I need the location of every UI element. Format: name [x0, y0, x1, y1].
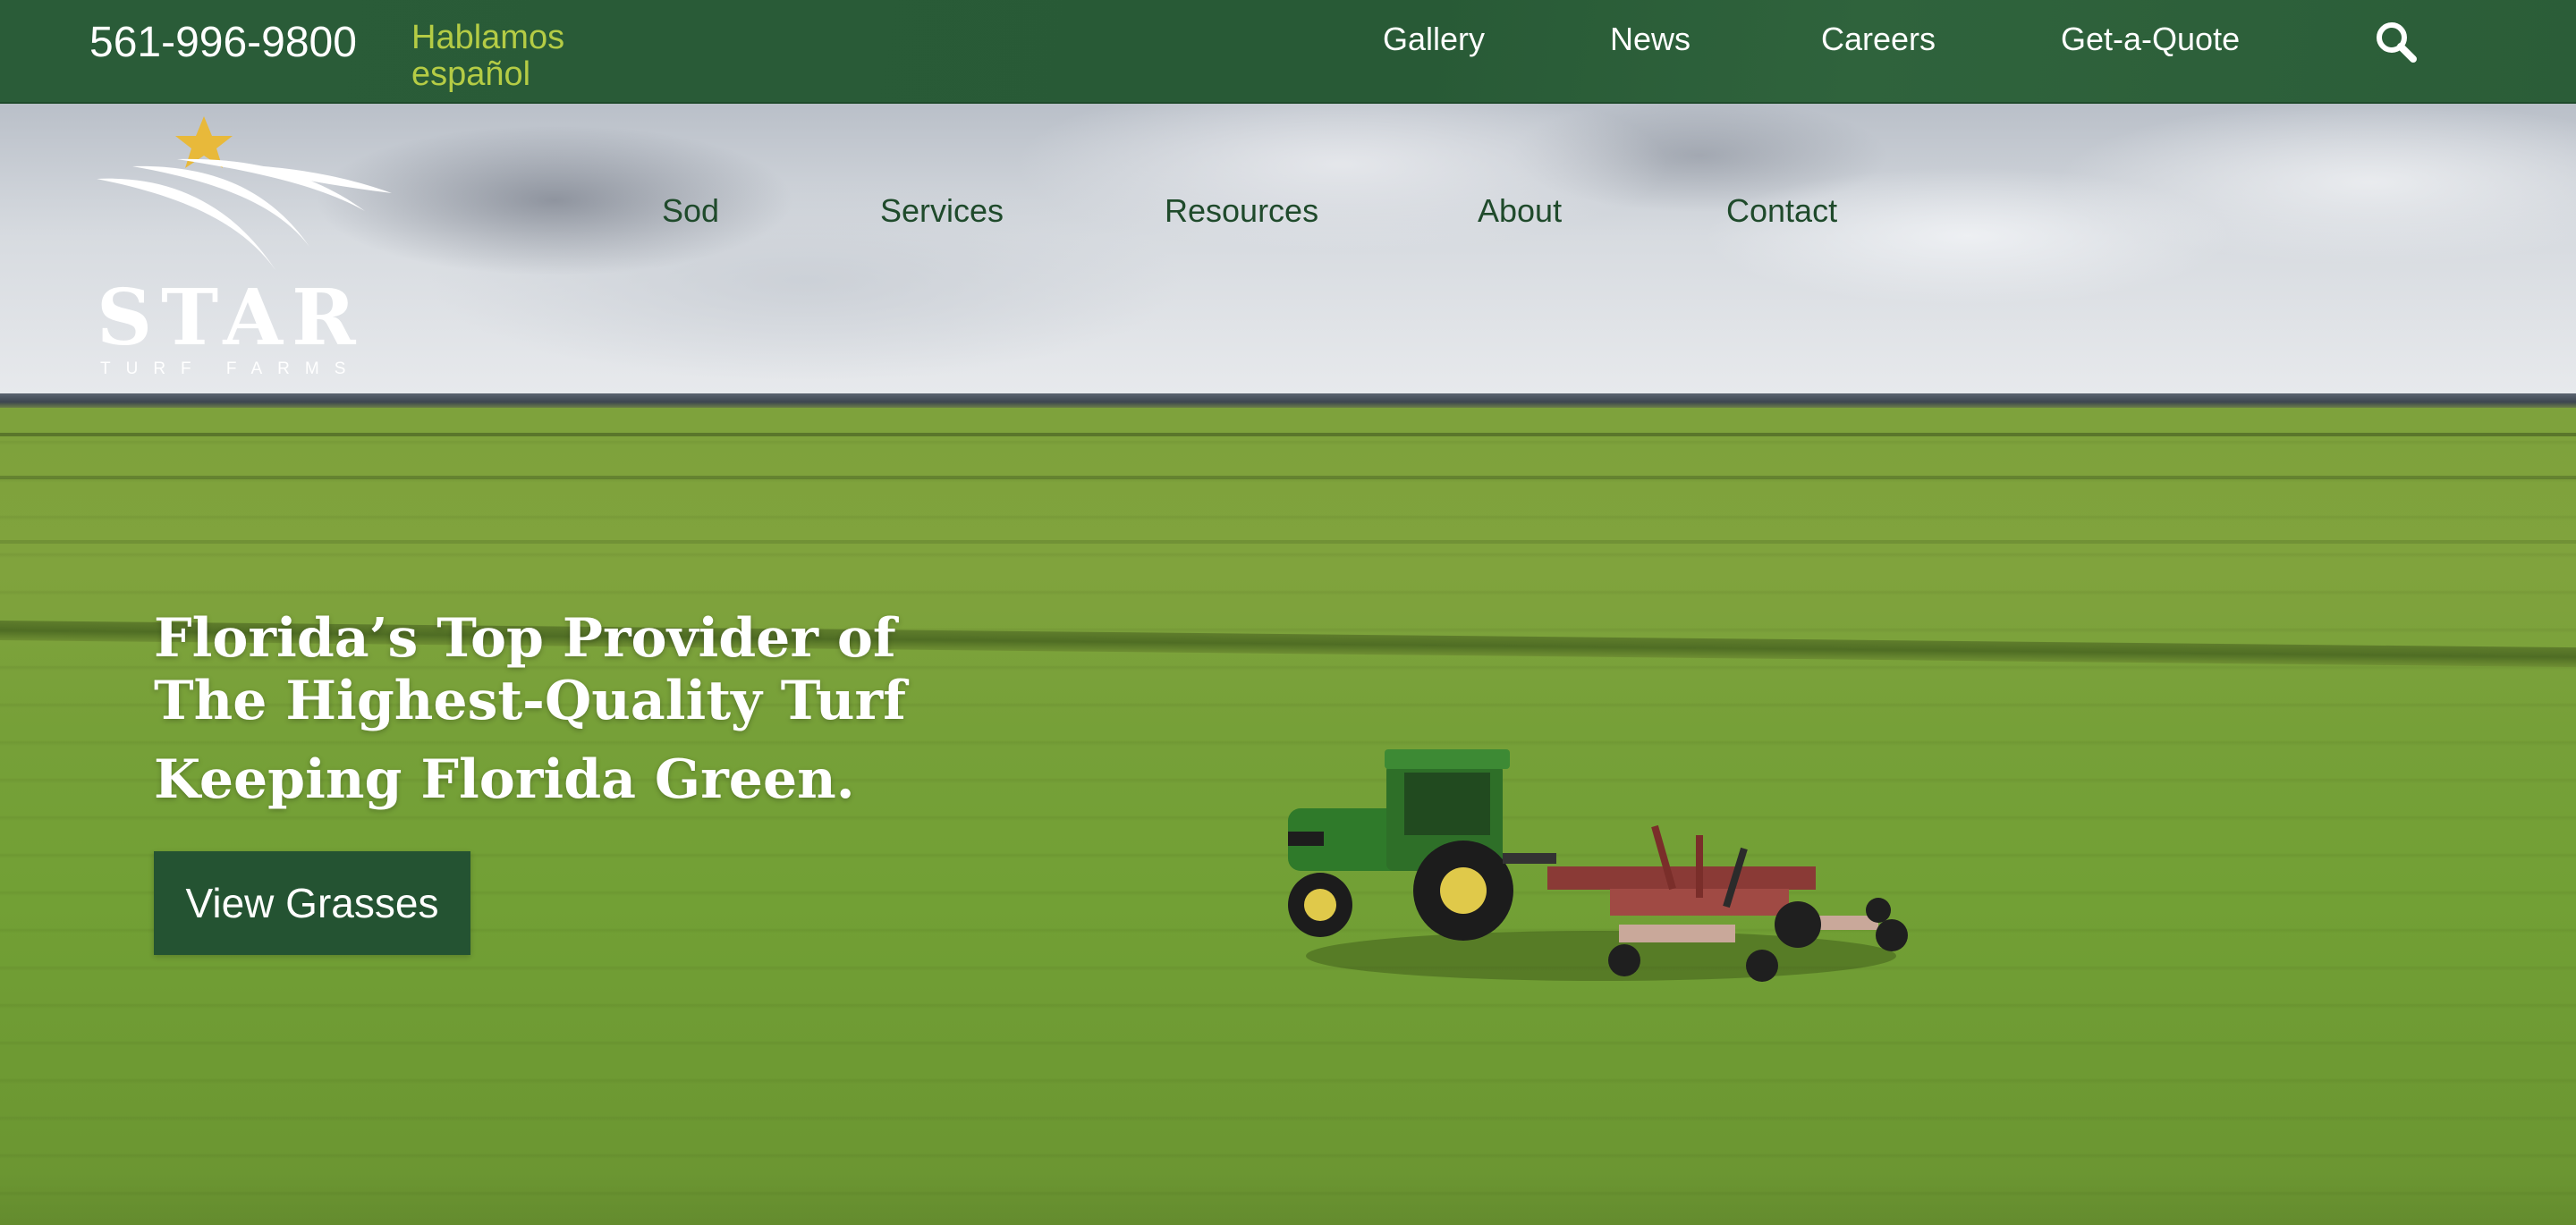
page: 561-996-9800 Hablamos español Gallery Ne…	[0, 0, 2576, 1225]
logo-wordmark: STAR	[97, 273, 365, 363]
main-nav-contact[interactable]: Contact	[1726, 191, 1837, 231]
top-utility-bar: 561-996-9800 Hablamos español Gallery Ne…	[0, 0, 2576, 104]
field-row-line	[0, 433, 2576, 436]
main-nav-about[interactable]: About	[1478, 191, 1562, 231]
nav-link-careers[interactable]: Careers	[1821, 20, 1936, 59]
search-button[interactable]	[2372, 18, 2420, 66]
headline-line-3: Keeping Florida Green.	[154, 748, 855, 811]
main-nav-sod[interactable]: Sod	[662, 191, 719, 231]
star-swoosh-icon	[97, 116, 392, 270]
nav-link-get-a-quote[interactable]: Get-a-Quote	[2061, 20, 2240, 59]
hero-banner: STAR TURF FARMS Sod Services Resources A…	[0, 102, 2576, 1225]
field-row-line	[0, 476, 2576, 479]
main-nav-resources[interactable]: Resources	[1165, 191, 1318, 231]
headline-line-2: The Highest-Quality Turf	[154, 670, 906, 732]
logo-subtitle: TURF FARMS	[100, 359, 361, 378]
hablamos-espanol-link[interactable]: Hablamos español	[411, 20, 626, 93]
nav-link-news[interactable]: News	[1610, 20, 1690, 59]
hero-headline: Florida’s Top Provider of The Highest-Qu…	[154, 607, 1138, 811]
view-grasses-button[interactable]: View Grasses	[154, 851, 470, 955]
bottom-shade	[0, 1171, 2576, 1225]
field-row-line	[0, 540, 2576, 544]
search-icon	[2377, 22, 2417, 63]
tractor-image	[1288, 749, 1908, 982]
star-turf-farms-logo[interactable]: STAR TURF FARMS	[97, 113, 392, 381]
main-nav-services[interactable]: Services	[880, 191, 1004, 231]
headline-line-1: Florida’s Top Provider of	[154, 607, 896, 670]
horizon-line	[0, 393, 2576, 408]
phone-number-link[interactable]: 561-996-9800	[89, 18, 357, 68]
nav-link-gallery[interactable]: Gallery	[1383, 20, 1485, 59]
